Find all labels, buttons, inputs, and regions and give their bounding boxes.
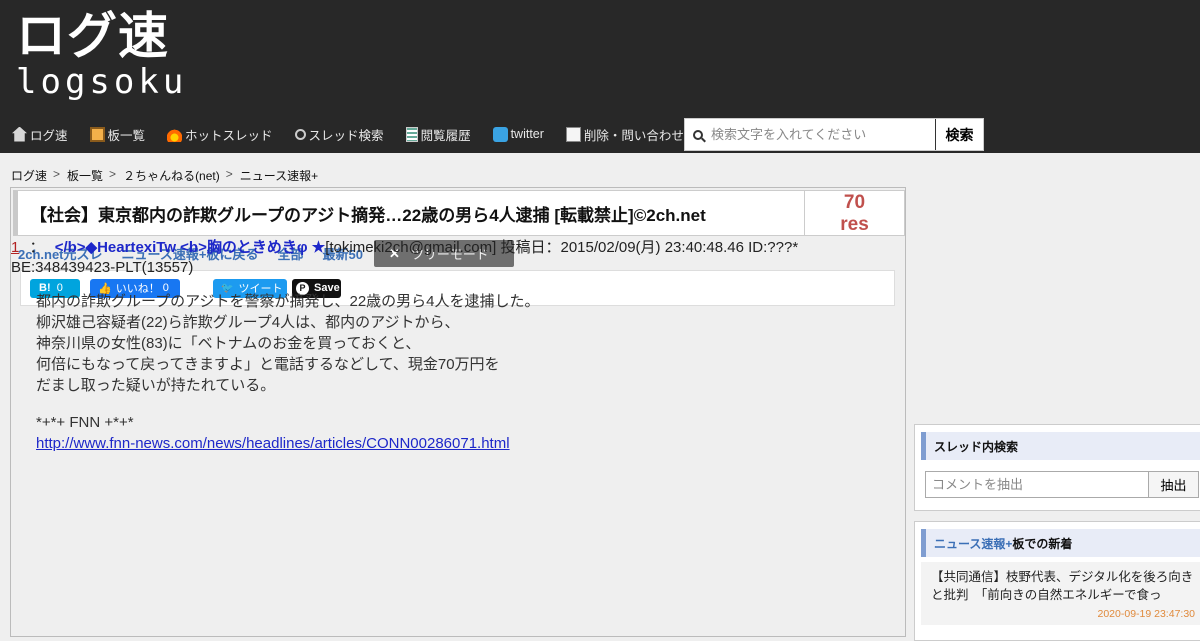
nav-item-contact[interactable]: 削除・問い合わせ xyxy=(554,118,684,150)
list-item[interactable]: 【共同通信】枝野代表、デジタル化を後ろ向きと批判 「前向きの自然エネルギーで食っ… xyxy=(921,562,1200,625)
breadcrumb-item[interactable]: ニュース速報+ xyxy=(240,167,318,184)
post-number[interactable]: 1 xyxy=(11,239,19,256)
thread-title: 【社会】東京都内の詐欺グループのアジト摘発…22歳の男ら4人逮捕 [転載禁止]©… xyxy=(30,205,706,225)
nav-item-home[interactable]: ログ速 xyxy=(0,118,68,150)
logo-en: logsoku xyxy=(16,62,188,102)
site-search: 検索 xyxy=(684,118,984,151)
post-separator: ： xyxy=(29,239,45,256)
comment-filter-input[interactable] xyxy=(925,471,1149,498)
site-logo[interactable]: ログ速 logsoku xyxy=(16,10,187,101)
nav-label: twitter xyxy=(510,127,544,141)
widget-title-suffix: 板での新着 xyxy=(1012,536,1073,551)
thread-title-bar: 【社会】東京都内の詐欺グループのアジト摘発…22歳の男ら4人逮捕 [転載禁止]©… xyxy=(13,190,905,236)
list-item-date: 2020-09-19 23:47:30 xyxy=(1097,608,1196,620)
ad-space xyxy=(914,187,1200,417)
post-be: BE:348439423-PLT(13557) xyxy=(11,259,194,276)
nav-label: ホットスレッド xyxy=(185,128,273,143)
site-header: ログ速 logsoku ログ速 板一覧 ホットスレッド スレッド検索 閲覧履歴 … xyxy=(0,0,1200,153)
nav-label: 削除・問い合わせ xyxy=(583,128,684,143)
res-count-number: 70 xyxy=(843,192,866,213)
nav-label: ログ速 xyxy=(30,128,68,143)
widget-title: スレッド内検索 xyxy=(921,432,1200,460)
post-line: 都内の詐欺グループのアジトを警察が摘発し、22歳の男ら4人を逮捕した。 xyxy=(36,293,540,310)
breadcrumb-separator: > xyxy=(225,167,233,181)
breadcrumb-item[interactable]: 板一覧 xyxy=(67,167,103,184)
home-icon xyxy=(12,126,27,142)
breadcrumb-item[interactable]: ２ちゃんねる(net) xyxy=(123,167,220,184)
nav-item-twitter[interactable]: twitter xyxy=(481,118,544,150)
widget-title: ニュース速報+ 板での新着 xyxy=(921,529,1200,557)
nav-item-boards[interactable]: 板一覧 xyxy=(78,118,146,150)
post-source: *+*+ FNN +*+* xyxy=(36,414,134,431)
breadcrumb: ログ速 > 板一覧 > ２ちゃんねる(net) > ニュース速報+ xyxy=(11,167,318,184)
nav-item-history[interactable]: 閲覧履歴 xyxy=(394,118,471,150)
nav-item-thread-search[interactable]: スレッド検索 xyxy=(283,118,384,150)
breadcrumb-item[interactable]: ログ速 xyxy=(11,167,47,184)
board-new-threads-widget: ニュース速報+ 板での新着 【共同通信】枝野代表、デジタル化を後ろ向きと批判 「前… xyxy=(914,521,1200,641)
post-source-link[interactable]: http://www.fnn-news.com/news/headlines/a… xyxy=(36,433,891,454)
search-input[interactable] xyxy=(711,119,935,150)
search-icon xyxy=(294,128,306,140)
post-line: だまし取った疑いが持たれている。 xyxy=(36,377,276,394)
post-line: 柳沢雄己容疑者(22)ら詐欺グループ4人は、都内のアジトから、 xyxy=(36,314,460,331)
nav-label: 板一覧 xyxy=(107,128,146,143)
post-line: 神奈川県の女性(83)に「ベトナムのお金を買っておくと、 xyxy=(36,335,421,352)
post-email: [tokimeki2ch@gmail.com] xyxy=(325,239,497,256)
search-icon xyxy=(685,119,711,150)
main-nav: ログ速 板一覧 ホットスレッド スレッド検索 閲覧履歴 twitter 削除・問… xyxy=(0,118,694,150)
post-line: 何倍にもなって戻ってきますよ」と電話するなどして、現金70万円を xyxy=(36,356,500,373)
res-count-label: res xyxy=(840,214,869,235)
nav-label: スレッド検索 xyxy=(308,128,384,143)
nav-item-hot-threads[interactable]: ホットスレッド xyxy=(155,118,273,150)
fire-icon xyxy=(167,126,183,142)
search-button[interactable]: 検索 xyxy=(935,119,983,150)
post: 1 ： </b>◆HeartexiTw <b>胸のときめきφ ★[tokimek… xyxy=(11,238,891,454)
filter-button[interactable]: 抽出 xyxy=(1149,471,1199,498)
post-body: 都内の詐欺グループのアジトを警察が摘発し、22歳の男ら4人を逮捕した。 柳沢雄己… xyxy=(11,291,891,454)
post-header: 1 ： </b>◆HeartexiTw <b>胸のときめきφ ★[tokimek… xyxy=(11,238,891,278)
twitter-icon xyxy=(492,126,508,142)
breadcrumb-separator: > xyxy=(109,167,117,181)
logo-jp: ログ速 xyxy=(16,7,169,65)
breadcrumb-separator: > xyxy=(53,167,61,181)
mail-icon xyxy=(565,126,581,142)
res-count: 70 res xyxy=(804,191,904,235)
board-link[interactable]: ニュース速報+ xyxy=(934,535,1012,552)
thread-search-widget: スレッド内検索 抽出 xyxy=(914,424,1200,511)
board-icon xyxy=(89,126,105,142)
post-date: 投稿日：2015/02/09(月) 23:40:48.46 ID:???* xyxy=(500,239,799,256)
nav-label: 閲覧履歴 xyxy=(420,128,471,143)
post-author-name[interactable]: </b>◆HeartexiTw <b>胸のときめきφ ★ xyxy=(55,239,326,256)
history-icon xyxy=(405,126,418,142)
list-item-title: 【共同通信】枝野代表、デジタル化を後ろ向きと批判 「前向きの自然エネルギーで食っ xyxy=(931,570,1194,602)
